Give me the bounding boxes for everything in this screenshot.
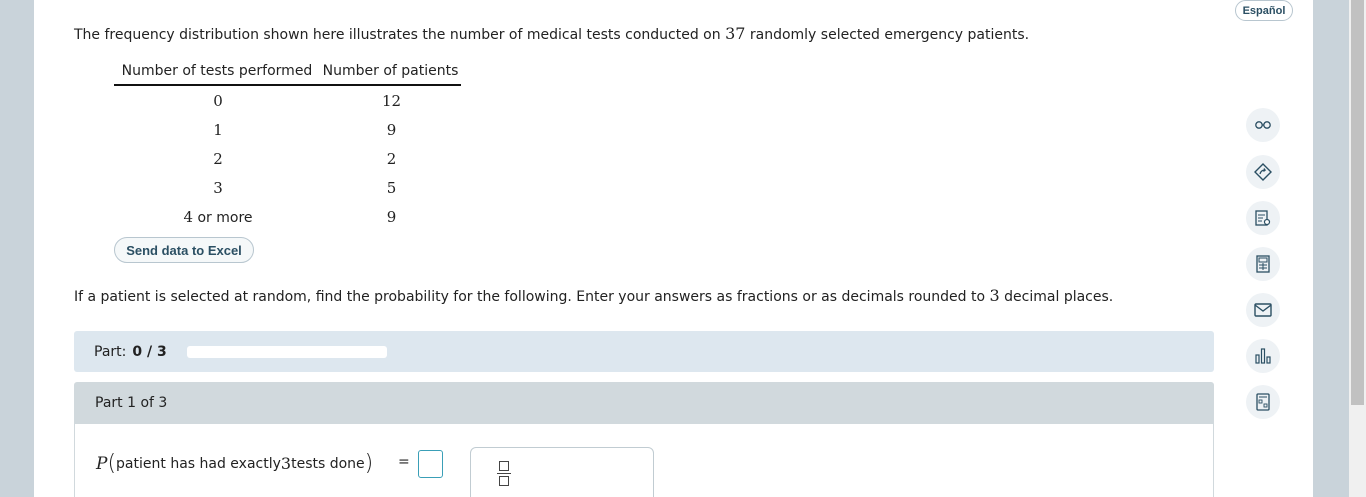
- tutorial-icon[interactable]: [1246, 155, 1280, 189]
- cell-tests: 4 or more: [114, 208, 322, 226]
- table-row: 1 9: [114, 115, 461, 144]
- prob-open-paren: (: [107, 451, 117, 476]
- numerator-box-icon: [499, 461, 509, 471]
- cell-tests: 2: [213, 149, 223, 168]
- intro-count: 37: [725, 24, 746, 43]
- answer-input[interactable]: [418, 450, 443, 478]
- prob-close-paren: ): [364, 451, 374, 476]
- header-tests: Number of tests performed: [121, 63, 313, 79]
- right-gutter: [1313, 0, 1349, 497]
- send-to-excel-button[interactable]: Send data to Excel: [114, 237, 254, 263]
- fraction-line-icon: [497, 473, 511, 474]
- language-toggle-button[interactable]: Español: [1235, 0, 1293, 21]
- cell-patients: 9: [386, 120, 397, 139]
- cell-patients: 12: [381, 91, 402, 110]
- question-after: decimal places.: [999, 289, 1114, 305]
- cell-tests: 3: [213, 178, 223, 197]
- prob-text-before: patient has had exactly: [116, 455, 281, 472]
- cell-tests: 0: [213, 91, 223, 110]
- intro-after: randomly selected emergency patients.: [745, 27, 1030, 43]
- prob-num: 3: [280, 454, 292, 473]
- frequency-table: Number of tests performed Number of pati…: [114, 60, 461, 231]
- notes-icon[interactable]: [1246, 201, 1280, 235]
- question-before: If a patient is selected at random, find…: [74, 289, 990, 305]
- prob-P: P: [96, 453, 108, 474]
- question-places: 3: [989, 286, 1000, 305]
- part-1-header: Part 1 of 3: [74, 382, 1214, 424]
- probability-expression: P ( patient has had exactly 3 tests done…: [96, 451, 373, 476]
- cell-patients: 9: [386, 207, 397, 226]
- intro-text: The frequency distribution shown here il…: [74, 24, 1029, 43]
- part-value: 0 / 3: [132, 343, 167, 360]
- table-row: 2 2: [114, 144, 461, 173]
- header-patients: Number of patients: [322, 63, 459, 79]
- table-header: Number of tests performed Number of pati…: [114, 60, 461, 86]
- glasses-icon[interactable]: [1246, 108, 1280, 142]
- cell-tests: 1: [213, 120, 223, 139]
- cell-patients: 2: [386, 149, 397, 168]
- question-text: If a patient is selected at random, find…: [74, 286, 1113, 305]
- progress-track: [186, 345, 387, 358]
- intro-before: The frequency distribution shown here il…: [74, 27, 726, 43]
- part-label: Part:: [94, 343, 127, 360]
- fraction-button[interactable]: [497, 461, 511, 489]
- part-progress-bar: Part: 0 / 3: [74, 331, 1214, 372]
- cell-patients: 5: [386, 178, 397, 197]
- message-icon[interactable]: [1246, 293, 1280, 327]
- table-row: 3 5: [114, 173, 461, 202]
- scrollbar-thumb[interactable]: [1351, 0, 1364, 405]
- table-row: 0 12: [114, 86, 461, 115]
- chart-icon[interactable]: [1246, 339, 1280, 373]
- cell-tests-num: 4: [183, 207, 194, 226]
- prob-text-after: tests done: [291, 455, 365, 472]
- keypad-icon[interactable]: [1246, 385, 1280, 419]
- cell-tests-suffix: or more: [193, 209, 253, 226]
- calculator-icon[interactable]: [1246, 247, 1280, 281]
- table-row: 4 or more 9: [114, 202, 461, 231]
- denominator-box-icon: [499, 476, 509, 486]
- equals-sign: =: [398, 454, 410, 470]
